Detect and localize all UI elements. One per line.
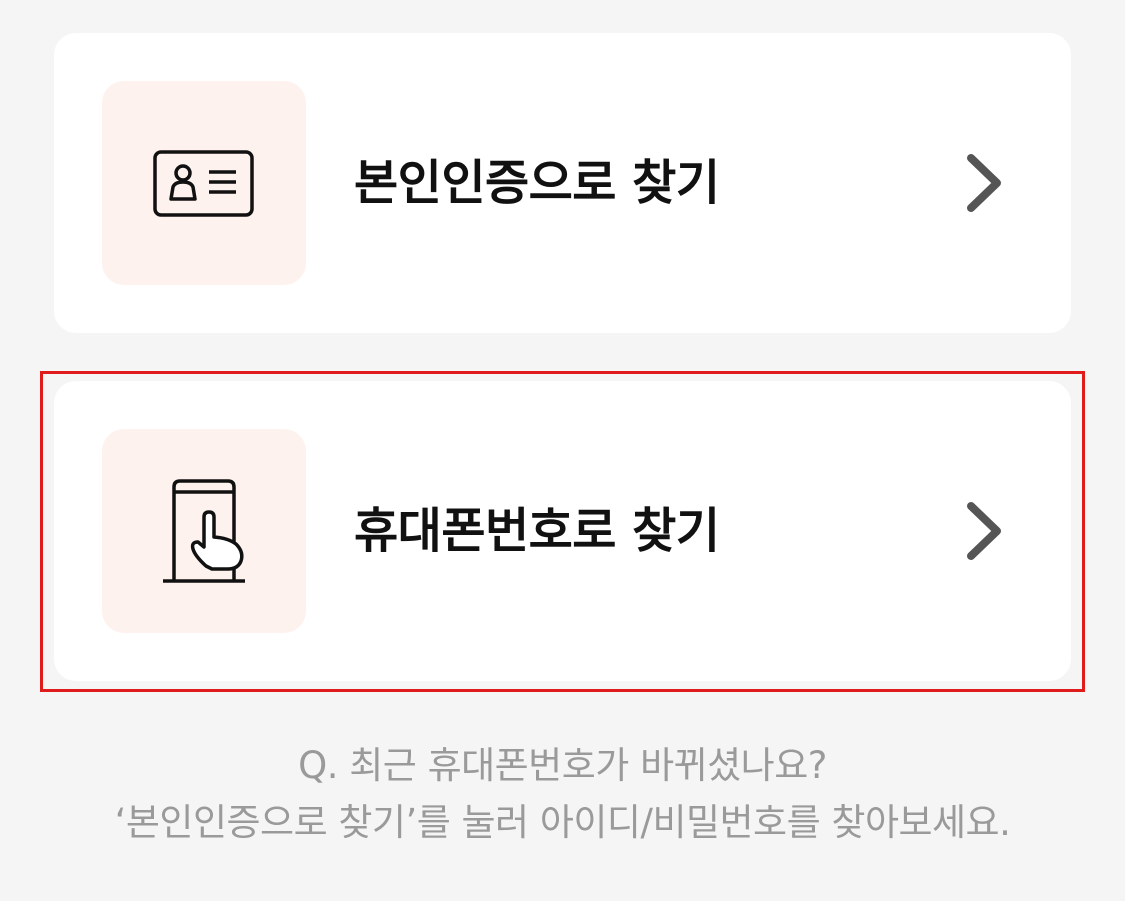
icon-tile: [102, 429, 306, 633]
icon-tile: [102, 81, 306, 285]
chevron-right-icon: [967, 502, 1001, 560]
option-label: 휴대폰번호로 찾기: [354, 503, 720, 559]
phone-touch-icon: [163, 479, 245, 583]
help-answer: ‘본인인증으로 찾기’를 눌러 아이디/비밀번호를 찾아보세요.: [114, 801, 1011, 844]
chevron-right-icon: [967, 154, 1001, 212]
option-phone-number[interactable]: 휴대폰번호로 찾기: [54, 381, 1071, 681]
help-question: Q. 최근 휴대폰번호가 바뀌셨나요?: [298, 744, 827, 787]
option-identity-verification[interactable]: 본인인증으로 찾기: [54, 33, 1071, 333]
id-card-icon: [153, 150, 254, 217]
option-label: 본인인증으로 찾기: [354, 155, 720, 211]
